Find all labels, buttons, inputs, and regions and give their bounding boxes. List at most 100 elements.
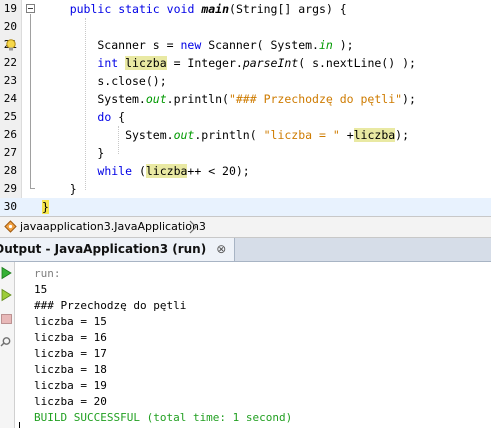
- code-token: );: [395, 128, 410, 142]
- code-token: liczba: [125, 56, 167, 70]
- code-text: }: [42, 144, 104, 162]
- fold-guide-line: [30, 14, 31, 188]
- code-token: System.: [42, 92, 146, 106]
- code-token: +: [339, 128, 354, 142]
- settings-icon[interactable]: [0, 334, 13, 348]
- code-token: main: [201, 2, 230, 16]
- output-line: run:: [34, 267, 61, 280]
- output-line: ### Przechodzę do pętli: [34, 299, 187, 312]
- stop-icon[interactable]: [0, 312, 13, 326]
- code-token: while: [97, 164, 133, 178]
- code-token: "liczba = ": [263, 128, 340, 142]
- breadcrumb-bar: javaapplication3.JavaApplication3: [0, 216, 491, 238]
- close-icon[interactable]: ⊗: [216, 238, 226, 261]
- output-line: liczba = 20: [34, 395, 107, 408]
- output-toolbar: [0, 262, 15, 428]
- code-token: parseInt: [242, 56, 299, 70]
- code-token: in: [318, 38, 333, 52]
- output-line: liczba = 19: [34, 379, 107, 392]
- line-number: 26: [3, 128, 17, 141]
- code-token: liczba: [145, 164, 188, 178]
- code-token: out: [145, 92, 167, 106]
- rerun-with-options-icon[interactable]: [0, 288, 13, 302]
- code-token: );: [332, 38, 354, 52]
- code-line[interactable]: 21 Scanner s = new Scanner( System.in );: [0, 36, 491, 54]
- line-number: 27: [3, 146, 17, 159]
- code-text: do {: [42, 108, 125, 126]
- code-token: (String[] args) {: [229, 2, 347, 16]
- code-token: = Integer.: [166, 56, 243, 70]
- line-number: 28: [3, 164, 17, 177]
- code-line[interactable]: 26 System.out.println( "liczba = " +licz…: [0, 126, 491, 144]
- code-token: Scanner s =: [42, 38, 181, 52]
- code-text: s.close();: [42, 72, 167, 90]
- code-text: public static void main(String[] args) {: [42, 0, 347, 18]
- code-text: System.out.println("### Przechodzę do pę…: [42, 90, 416, 108]
- line-number: 25: [3, 110, 17, 123]
- line-number: 29: [3, 182, 17, 195]
- indent-guide: [85, 18, 86, 190]
- code-text: System.out.println( "liczba = " +liczba)…: [42, 126, 409, 144]
- code-token: "### Przechodzę do pętli": [228, 92, 403, 106]
- code-line[interactable]: 25 do {: [0, 108, 491, 126]
- code-text: int liczba = Integer.parseInt( s.nextLin…: [42, 54, 416, 72]
- fold-end-marker: [30, 188, 35, 189]
- code-token: int: [97, 56, 119, 70]
- code-token: );: [402, 92, 416, 106]
- tab-output[interactable]: Output - JavaApplication3 (run) ⊗: [0, 238, 236, 261]
- code-token: System.: [42, 128, 174, 142]
- line-number: 23: [3, 74, 17, 87]
- code-line[interactable]: 30}: [0, 198, 491, 216]
- code-line[interactable]: 20: [0, 18, 491, 36]
- code-token: ( s.nextLine() );: [298, 56, 416, 70]
- line-number: 30: [3, 200, 17, 213]
- code-token: .println(: [194, 128, 264, 142]
- code-line[interactable]: 24 System.out.println("### Przechodzę do…: [0, 90, 491, 108]
- code-token: {: [111, 110, 126, 124]
- code-token: }: [42, 146, 105, 160]
- fold-collapse-icon[interactable]: [26, 4, 35, 13]
- code-line[interactable]: 28 while (liczba++ < 20);: [0, 162, 491, 180]
- code-text: }: [42, 180, 77, 198]
- code-token: (: [132, 164, 146, 178]
- chevron-right-icon: [189, 220, 197, 234]
- code-token: Scanner( System.: [201, 38, 319, 52]
- code-token: }: [42, 200, 49, 214]
- line-number: 20: [3, 20, 17, 33]
- line-number: 19: [3, 2, 17, 15]
- code-token: liczba: [353, 128, 396, 142]
- code-token: s.close();: [42, 74, 167, 88]
- code-token: out: [173, 128, 195, 142]
- code-token: ++ < 20);: [187, 164, 250, 178]
- indent-guide: [118, 126, 119, 154]
- code-token: }: [42, 182, 77, 196]
- code-line[interactable]: 29 }: [0, 180, 491, 198]
- code-token: void: [166, 2, 195, 16]
- code-token: static: [118, 2, 160, 16]
- code-token: public: [69, 2, 112, 16]
- output-line: liczba = 15: [34, 315, 107, 328]
- code-line[interactable]: 23 s.close();: [0, 72, 491, 90]
- output-line: 15: [34, 283, 48, 296]
- output-tab-bar: Output - JavaApplication3 (run) ⊗: [0, 238, 491, 262]
- code-token: new: [180, 38, 202, 52]
- code-editor[interactable]: 19 public static void main(String[] args…: [0, 0, 491, 216]
- code-token: do: [97, 110, 112, 124]
- output-line: liczba = 17: [34, 347, 107, 360]
- text-caret: [19, 422, 20, 428]
- rerun-icon[interactable]: [0, 266, 13, 280]
- lightbulb-icon[interactable]: [4, 38, 18, 52]
- code-text: }: [42, 198, 49, 216]
- code-token: .println(: [166, 92, 229, 106]
- code-line[interactable]: 19 public static void main(String[] args…: [0, 0, 491, 18]
- code-line[interactable]: 27 }: [0, 144, 491, 162]
- code-line[interactable]: 22 int liczba = Integer.parseInt( s.next…: [0, 54, 491, 72]
- code-text: Scanner s = new Scanner( System.in );: [42, 36, 354, 54]
- breadcrumb-path[interactable]: javaapplication3.JavaApplication3: [20, 220, 206, 234]
- code-text: while (liczba++ < 20);: [42, 162, 250, 180]
